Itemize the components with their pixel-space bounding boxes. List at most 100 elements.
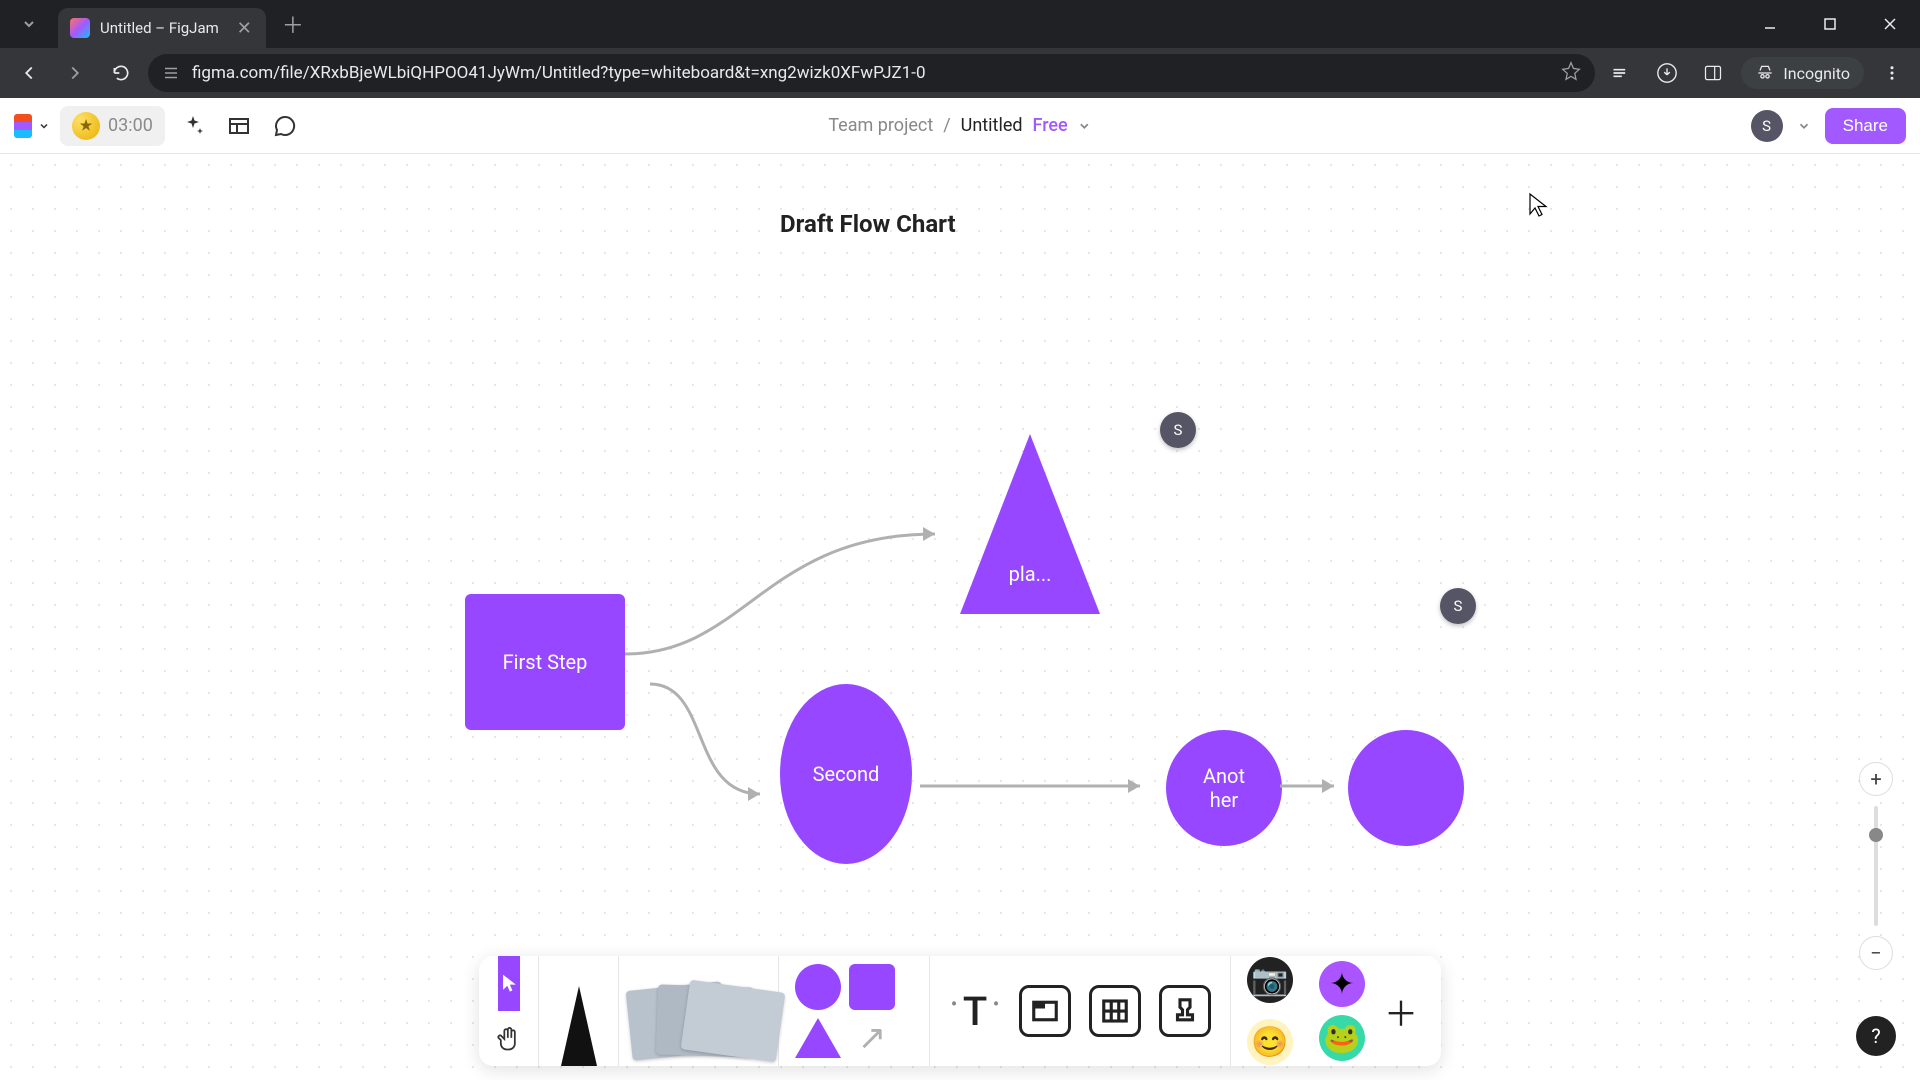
connector-arrow[interactable] <box>920 776 1160 796</box>
chevron-down-icon[interactable] <box>1078 119 1092 133</box>
minus-icon: − <box>1870 941 1881 965</box>
comments-button[interactable] <box>267 108 303 144</box>
connector-arrow[interactable] <box>1280 776 1350 796</box>
flow-circle-another[interactable]: Anot her <box>1166 730 1282 846</box>
cursor-icon <box>498 973 520 995</box>
table-tool-button[interactable] <box>1080 985 1150 1037</box>
nav-back-button[interactable] <box>10 54 48 92</box>
zoom-thumb[interactable] <box>1869 828 1883 842</box>
sticky-note-tool-button[interactable] <box>619 956 779 1066</box>
plan-badge[interactable]: Free <box>1033 115 1068 136</box>
chevron-down-icon[interactable] <box>1797 119 1811 133</box>
flow-triangle[interactable]: pla... <box>960 434 1100 614</box>
canvas[interactable]: Draft Flow Chart First Step pla... Secon… <box>0 154 1920 1080</box>
window-maximize-button[interactable] <box>1800 0 1860 48</box>
url-input[interactable]: figma.com/file/XRxbBjeWLbiQHPOO41JyWm/Un… <box>148 54 1595 92</box>
hand-tool-button[interactable] <box>495 1011 523 1066</box>
flow-rect-first-step[interactable]: First Step <box>465 594 625 730</box>
shape-triangle-button[interactable] <box>795 1018 841 1058</box>
share-button[interactable]: Share <box>1825 108 1906 144</box>
connector-tool-button[interactable]: ↗ <box>849 1018 895 1058</box>
figma-logo-icon <box>14 114 32 138</box>
window-close-button[interactable] <box>1860 0 1920 48</box>
bottom-toolbar: ↗ •T• 😊 🐸 📷 ✦ <box>479 956 1441 1066</box>
user-initial: S <box>1762 117 1771 135</box>
team-name[interactable]: Team project <box>828 115 933 136</box>
share-label: Share <box>1843 116 1888 135</box>
browser-titlebar: Untitled – FigJam ✕ ＋ <box>0 0 1920 48</box>
flow-circle-empty[interactable] <box>1348 730 1464 846</box>
bookmark-star-icon[interactable] <box>1561 61 1581 86</box>
media-control-icon[interactable] <box>1603 55 1639 91</box>
incognito-icon <box>1755 63 1775 83</box>
window-minimize-button[interactable] <box>1740 0 1800 48</box>
text-tool-button[interactable]: •T• <box>940 988 1010 1035</box>
section-tool-button[interactable] <box>221 108 257 144</box>
file-name[interactable]: Untitled <box>961 115 1023 136</box>
browser-tab[interactable]: Untitled – FigJam ✕ <box>58 8 266 48</box>
shape-label: pla... <box>1009 562 1052 586</box>
zoom-controls: + − <box>1856 762 1896 970</box>
window-controls <box>1740 0 1920 48</box>
select-tool-button[interactable] <box>498 956 520 1011</box>
shape-circle-button[interactable] <box>795 964 841 1010</box>
canvas-title-text[interactable]: Draft Flow Chart <box>780 210 956 238</box>
timer-avatar-icon: ★ <box>72 112 100 140</box>
collab-initial: S <box>1454 597 1463 615</box>
sticker-icon: ✦ <box>1319 961 1365 1007</box>
zoom-out-button[interactable]: − <box>1859 936 1893 970</box>
sidepanel-icon[interactable] <box>1695 55 1731 91</box>
marker-tool-button[interactable] <box>539 956 619 1066</box>
user-avatar[interactable]: S <box>1751 110 1783 142</box>
nav-reload-button[interactable] <box>102 54 140 92</box>
timer-value: 03:00 <box>108 115 153 136</box>
connector-arrow[interactable] <box>650 684 790 824</box>
collaborator-badge[interactable]: S <box>1160 412 1196 448</box>
section-tool-button[interactable] <box>1010 985 1080 1037</box>
site-settings-icon[interactable] <box>162 64 180 82</box>
collab-initial: S <box>1174 421 1183 439</box>
shape-palette: ↗ <box>789 956 919 1066</box>
marker-icon <box>561 986 597 1066</box>
zoom-in-button[interactable]: + <box>1859 762 1893 796</box>
incognito-badge[interactable]: Incognito <box>1741 57 1864 89</box>
stamp-tool-button[interactable] <box>1150 985 1220 1037</box>
browser-address-bar: figma.com/file/XRxbBjeWLbiQHPOO41JyWm/Un… <box>0 48 1920 98</box>
figma-main-menu[interactable] <box>14 114 50 138</box>
sticker-icon: 😊 <box>1247 1019 1293 1065</box>
sticky-fan-icon <box>629 986 768 1066</box>
collaborator-badge[interactable]: S <box>1440 588 1476 624</box>
help-button[interactable]: ? <box>1856 1016 1896 1056</box>
tab-close-button[interactable]: ✕ <box>237 18 252 39</box>
sticker-icon: 🐸 <box>1319 1015 1365 1061</box>
timer-chip[interactable]: ★ 03:00 <box>60 106 165 146</box>
breadcrumb-separator: / <box>943 115 950 136</box>
nav-forward-button[interactable] <box>56 54 94 92</box>
incognito-label: Incognito <box>1783 64 1850 83</box>
ai-sparkle-button[interactable] <box>175 108 211 144</box>
downloads-icon[interactable] <box>1649 55 1685 91</box>
shape-label: Anot her <box>1203 764 1245 812</box>
tab-title: Untitled – FigJam <box>100 19 219 37</box>
browser-menu-button[interactable] <box>1874 55 1910 91</box>
shape-square-button[interactable] <box>849 964 895 1010</box>
triangle-icon <box>960 434 1100 614</box>
sticker-icon: 📷 <box>1247 957 1293 1003</box>
chevron-down-icon <box>38 120 50 132</box>
hand-icon <box>495 1025 523 1053</box>
zoom-slider[interactable] <box>1874 806 1878 926</box>
figma-favicon-icon <box>70 18 90 38</box>
plus-icon: + <box>1870 767 1881 791</box>
shape-label: First Step <box>503 650 588 674</box>
shape-label: Second <box>813 762 880 786</box>
connector-arrow[interactable] <box>625 504 975 684</box>
breadcrumb[interactable]: Team project / Untitled Free <box>828 115 1091 136</box>
url-text: figma.com/file/XRxbBjeWLbiQHPOO41JyWm/Un… <box>192 63 926 83</box>
figjam-appbar: ★ 03:00 Team project / Untitled Free S S… <box>0 98 1920 154</box>
new-tab-button[interactable]: ＋ <box>276 7 310 41</box>
tab-search-dropdown[interactable] <box>0 0 58 48</box>
mouse-cursor-icon <box>1528 192 1548 224</box>
flow-ellipse-second[interactable]: Second <box>780 684 912 864</box>
help-label: ? <box>1871 1024 1880 1048</box>
more-tools-button[interactable]: ＋ <box>1371 987 1431 1036</box>
